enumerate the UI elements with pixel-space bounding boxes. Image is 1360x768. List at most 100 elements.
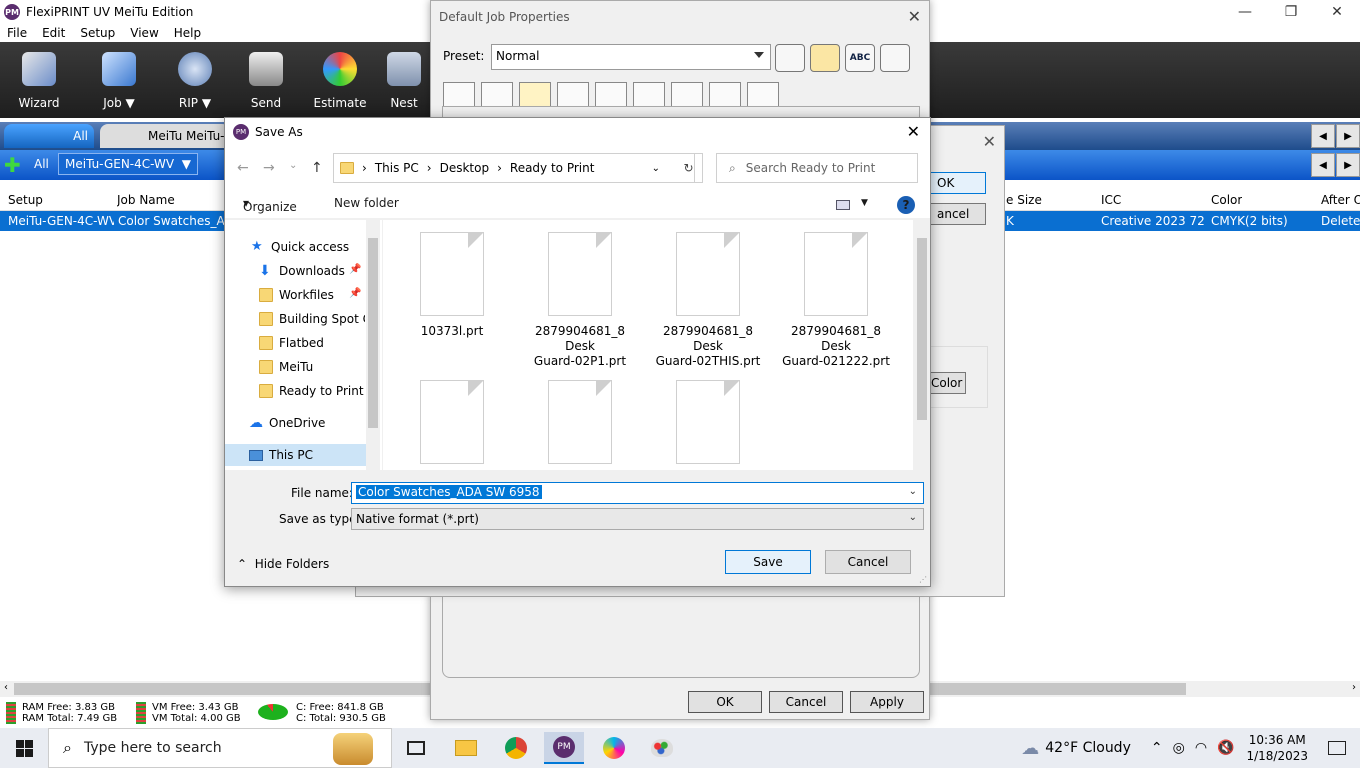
- address-bar[interactable]: › This PC › Desktop › Ready to Print ⌄: [333, 153, 695, 183]
- preset-select[interactable]: Normal: [491, 44, 771, 70]
- menu-help[interactable]: Help: [167, 26, 209, 40]
- breadcrumb-this-pc[interactable]: This PC: [375, 161, 419, 175]
- maximize-icon[interactable]: ❐: [1268, 0, 1314, 24]
- tab-tiling-icon[interactable]: [595, 82, 627, 108]
- tab-next-button[interactable]: ▶: [1336, 124, 1360, 148]
- col-after[interactable]: After O: [1321, 193, 1360, 207]
- queue-select[interactable]: MeiTu-GEN-4C-WV ▼: [58, 153, 198, 175]
- file-item[interactable]: 2879904681_8 Desk Guard-021222.prt: [781, 232, 891, 369]
- file-item[interactable]: [397, 380, 507, 470]
- rename-preset-icon[interactable]: ABC: [845, 44, 875, 72]
- chrome-icon[interactable]: [496, 732, 536, 764]
- recent-dropdown-icon[interactable]: ⌄: [289, 160, 297, 171]
- hide-folders-button[interactable]: ⌃ Hide Folders: [237, 557, 329, 571]
- menu-file[interactable]: File: [0, 26, 35, 40]
- close-icon[interactable]: ✕: [1314, 0, 1360, 24]
- ok-button[interactable]: OK: [930, 172, 986, 194]
- back-icon[interactable]: ←: [237, 160, 249, 176]
- file-list-scrollbar[interactable]: [914, 220, 930, 470]
- tab-layers-icon[interactable]: [709, 82, 741, 108]
- chevron-down-icon[interactable]: ▼: [861, 198, 868, 208]
- queue-all-label[interactable]: All: [34, 157, 49, 171]
- close-icon[interactable]: ✕: [908, 7, 921, 26]
- nest-button[interactable]: Nest: [380, 48, 428, 114]
- speaker-muted-icon[interactable]: 🔇: [1217, 740, 1234, 756]
- color-app-icon[interactable]: [594, 732, 634, 764]
- wizard-button[interactable]: Wizard: [4, 48, 74, 114]
- file-item[interactable]: [653, 380, 763, 470]
- color-button[interactable]: Color: [928, 372, 966, 394]
- minimize-icon[interactable]: —: [1222, 0, 1268, 24]
- wifi-icon[interactable]: ◠: [1195, 740, 1207, 756]
- save-button[interactable]: Save: [725, 550, 811, 574]
- flexiprint-taskbar-icon[interactable]: PM: [544, 732, 584, 764]
- col-job-name[interactable]: Job Name: [117, 193, 175, 207]
- tab-prev-button[interactable]: ◀: [1311, 124, 1335, 148]
- breadcrumb-ready-to-print[interactable]: Ready to Print: [510, 161, 595, 175]
- tab-meitu-setup[interactable]: MeiTu MeiTu-: [100, 124, 230, 148]
- add-queue-icon[interactable]: ✚: [4, 155, 21, 175]
- pin-icon[interactable]: 📌: [349, 264, 361, 275]
- tab-all-setups[interactable]: All: [4, 124, 94, 148]
- paint-icon[interactable]: [642, 732, 682, 764]
- save-type-select[interactable]: Native format (*.prt) ⌄: [351, 508, 924, 530]
- up-icon[interactable]: ↑: [311, 160, 323, 176]
- file-explorer-icon[interactable]: [446, 732, 486, 764]
- file-item[interactable]: [525, 380, 635, 470]
- apply-button[interactable]: Apply: [850, 691, 924, 713]
- delete-preset-icon[interactable]: [880, 44, 910, 72]
- queue-prev-button[interactable]: ◀: [1311, 153, 1335, 177]
- file-item[interactable]: 10373l.prt: [397, 232, 507, 339]
- save-preset-icon[interactable]: [775, 44, 805, 72]
- refresh-icon[interactable]: ↻: [675, 153, 703, 183]
- new-folder-button[interactable]: New folder: [334, 196, 399, 210]
- col-icc[interactable]: ICC: [1101, 193, 1121, 207]
- nav-scrollbar[interactable]: [366, 220, 380, 470]
- cancel-button[interactable]: Cancel: [825, 550, 911, 574]
- view-icon[interactable]: [836, 200, 850, 210]
- close-icon[interactable]: ✕: [983, 132, 996, 151]
- notifications-icon[interactable]: [1328, 741, 1346, 755]
- cancel-button[interactable]: Cancel: [769, 691, 843, 713]
- send-button[interactable]: Send: [231, 48, 301, 114]
- meet-icon[interactable]: ◎: [1173, 740, 1185, 756]
- organize-button[interactable]: Organize ▾: [243, 196, 297, 214]
- help-icon[interactable]: ?: [897, 196, 915, 214]
- cancel-button[interactable]: ancel: [930, 203, 986, 225]
- menu-view[interactable]: View: [123, 26, 166, 40]
- close-icon[interactable]: ✕: [907, 122, 920, 141]
- taskbar-search[interactable]: ⌕ Type here to search: [48, 728, 392, 768]
- col-color[interactable]: Color: [1211, 193, 1242, 207]
- resize-grip-icon[interactable]: ⋰: [919, 575, 927, 584]
- job-button[interactable]: Job ▼: [84, 48, 154, 114]
- chevron-down-icon[interactable]: ⌄: [652, 163, 660, 174]
- file-item[interactable]: 2879904681_8 Desk Guard-02THIS.prt: [653, 232, 763, 369]
- chevron-up-icon[interactable]: ⌃: [1151, 740, 1163, 756]
- rip-button[interactable]: RIP ▼: [160, 48, 230, 114]
- save-as-preset-icon[interactable]: [810, 44, 840, 72]
- col-size[interactable]: e Size: [1006, 193, 1042, 207]
- tab-transform-icon[interactable]: [481, 82, 513, 108]
- queue-next-button[interactable]: ▶: [1336, 153, 1360, 177]
- col-setup[interactable]: Setup: [8, 193, 43, 207]
- task-view-icon[interactable]: [396, 732, 436, 764]
- tab-general-icon[interactable]: [443, 82, 475, 108]
- file-name-input[interactable]: Color Swatches_ADA SW 6958 ⌄: [351, 482, 924, 504]
- tab-color-icon[interactable]: [747, 82, 779, 108]
- chevron-down-icon[interactable]: ⌄: [909, 486, 917, 497]
- ok-button[interactable]: OK: [688, 691, 762, 713]
- tab-layout-icon[interactable]: [557, 82, 589, 108]
- menu-edit[interactable]: Edit: [35, 26, 73, 40]
- menu-setup[interactable]: Setup: [73, 26, 123, 40]
- tab-marks-icon[interactable]: [633, 82, 665, 108]
- tab-color-bars-icon[interactable]: [671, 82, 703, 108]
- clock[interactable]: 10:36 AM 1/18/2023: [1246, 732, 1308, 764]
- forward-icon[interactable]: →: [263, 160, 275, 176]
- nav-this-pc[interactable]: This PC: [225, 444, 366, 466]
- start-button[interactable]: [0, 728, 48, 768]
- search-input[interactable]: ⌕ Search Ready to Print: [716, 153, 918, 183]
- file-item[interactable]: 2879904681_8 Desk Guard-02P1.prt: [525, 232, 635, 369]
- tab-print-icon[interactable]: [519, 82, 551, 108]
- pin-icon[interactable]: 📌: [349, 288, 361, 299]
- breadcrumb-desktop[interactable]: Desktop: [440, 161, 490, 175]
